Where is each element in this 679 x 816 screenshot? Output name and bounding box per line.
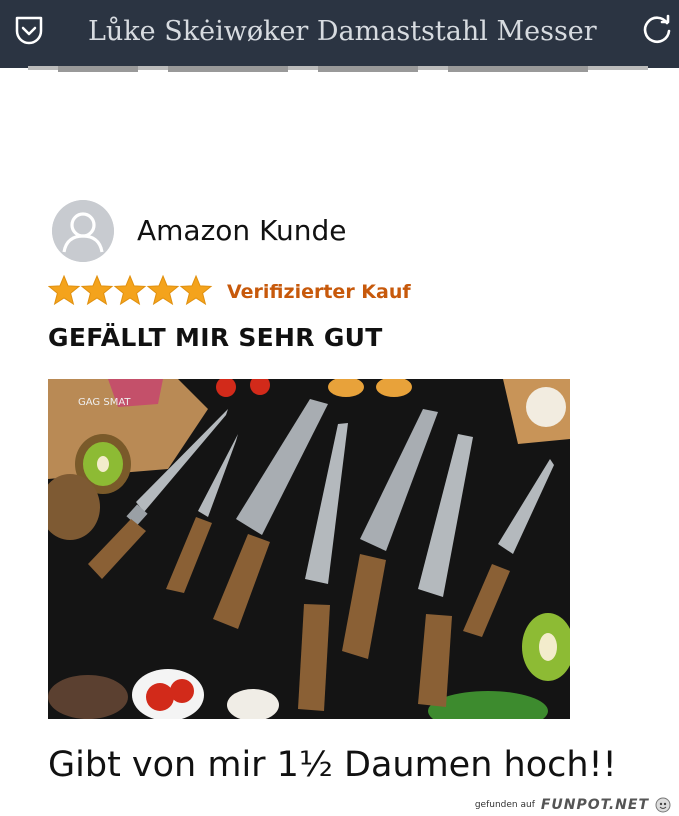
- star-icon: [80, 274, 114, 306]
- funpot-logo: FUNPOT.NET: [540, 797, 649, 813]
- reload-icon[interactable]: [640, 13, 674, 47]
- star-icon: [146, 274, 180, 306]
- clipped-text-line: [28, 66, 648, 72]
- review-image[interactable]: GAG SMAT: [48, 379, 570, 719]
- star-rating: [48, 274, 213, 306]
- page-title: Lůke Skėiwøker Damaststahl Messer Set: [88, 16, 606, 47]
- verified-purchase-badge: Verifizierter Kauf: [227, 281, 411, 303]
- pocket-save-icon[interactable]: [15, 16, 43, 46]
- funpot-mascot-icon: [655, 797, 671, 813]
- star-icon: [179, 274, 213, 306]
- star-icon: [113, 274, 147, 306]
- reviewer-name[interactable]: Amazon Kunde: [137, 211, 347, 251]
- knife-set-photo: GAG SMAT: [48, 379, 570, 719]
- site-credit: gefunden auf FUNPOT.NET: [475, 796, 671, 814]
- meme-caption: Gibt von mir 1½ Daumen hoch!!: [48, 745, 617, 785]
- image-watermark-text: GAG SMAT: [78, 397, 131, 408]
- review-headline: GEFÄLLT MIR SEHR GUT: [48, 323, 383, 352]
- user-icon: [52, 200, 114, 262]
- credit-prefix: gefunden auf: [474, 800, 535, 810]
- top-bar: Lůke Skėiwøker Damaststahl Messer Set: [0, 0, 679, 68]
- avatar: [52, 200, 114, 262]
- star-icon: [48, 274, 81, 306]
